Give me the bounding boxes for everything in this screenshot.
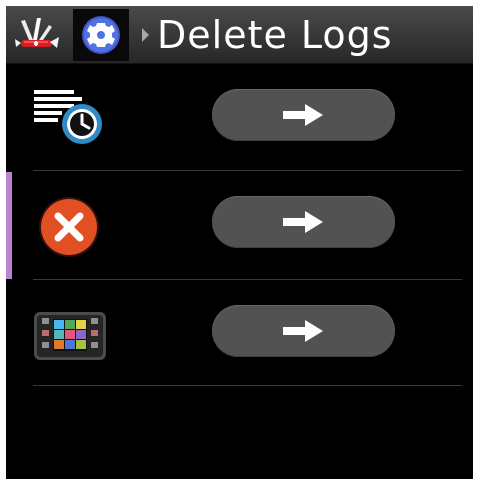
swiss-army-knife-icon[interactable] <box>14 15 60 57</box>
device-grid-icon <box>30 302 112 368</box>
close-icon <box>30 193 112 259</box>
arrow-button[interactable] <box>212 305 395 357</box>
arrow-right-icon <box>283 104 323 126</box>
device-screen: Delete Logs <box>6 6 473 479</box>
arrow-right-icon <box>283 320 323 342</box>
gear-icon[interactable] <box>73 9 129 61</box>
header-bar: Delete Logs <box>6 6 473 64</box>
page-title: Delete Logs <box>157 13 393 57</box>
list-item-recent-logs[interactable] <box>6 64 473 170</box>
arrow-button[interactable] <box>212 196 395 248</box>
recent-logs-icon <box>30 86 112 152</box>
list-item-device-grid[interactable] <box>6 280 473 386</box>
arrow-button[interactable] <box>212 89 395 141</box>
list-item-delete[interactable] <box>6 171 473 277</box>
arrow-right-icon <box>283 211 323 233</box>
divider <box>33 385 462 386</box>
chevron-right-icon <box>139 25 151 45</box>
